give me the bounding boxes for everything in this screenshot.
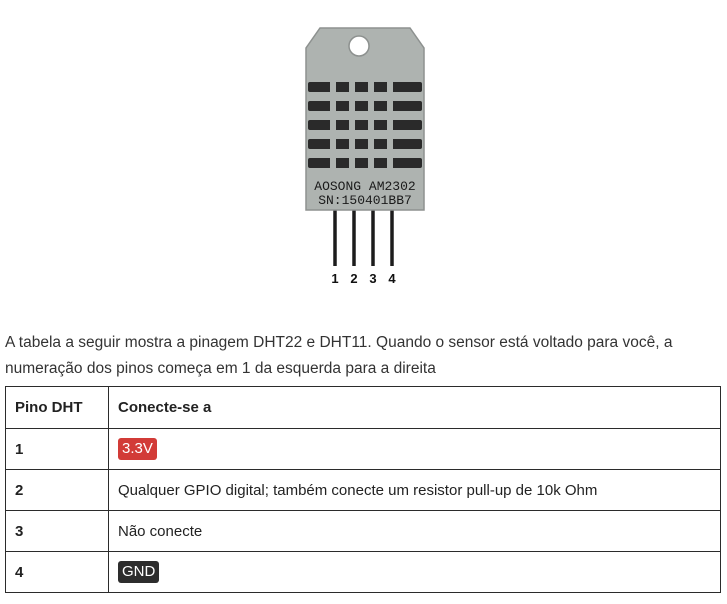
sensor-label-line1: AOSONG AM2302 (314, 179, 415, 194)
sensor-legs (333, 210, 394, 266)
pin-number-2: 2 (350, 271, 357, 286)
table-header-row: Pino DHT Conecte-se a (5, 386, 721, 429)
dht22-sensor-illustration: AOSONG AM2302 SN:150401BB7 1 2 3 4 (305, 27, 425, 286)
ground-badge: GND (118, 561, 160, 583)
header-connect: Conecte-se a (108, 386, 721, 429)
connect-cell: 3.3V (108, 428, 721, 470)
pin-cell: 4 (5, 551, 109, 593)
pin-number-1: 1 (331, 271, 338, 286)
sensor-label-line2: SN:150401BB7 (318, 193, 412, 208)
table-row: 1 3.3V (5, 428, 721, 470)
pin-cell: 1 (5, 428, 109, 470)
intro-paragraph: A tabela a seguir mostra a pinagem DHT22… (5, 333, 673, 377)
table-row: 4 GND (5, 551, 721, 593)
pin-cell: 2 (5, 469, 109, 511)
voltage-badge: 3.3V (118, 438, 157, 460)
connect-cell: GND (108, 551, 721, 593)
table-row: 3 Não conecte (5, 510, 721, 552)
connect-cell: Qualquer GPIO digital; também conecte um… (108, 469, 721, 511)
pin-cell: 3 (5, 510, 109, 552)
header-pin: Pino DHT (5, 386, 109, 429)
sensor-figure: AOSONG AM2302 SN:150401BB7 1 2 3 4 (0, 0, 727, 296)
connect-cell: Não conecte (108, 510, 721, 552)
pin-number-4: 4 (388, 271, 396, 286)
table-row: 2 Qualquer GPIO digital; também conecte … (5, 469, 721, 511)
pinout-table: Pino DHT Conecte-se a 1 3.3V 2 Qualquer … (5, 386, 721, 593)
mounting-hole (348, 35, 370, 57)
pin-number-3: 3 (369, 271, 376, 286)
